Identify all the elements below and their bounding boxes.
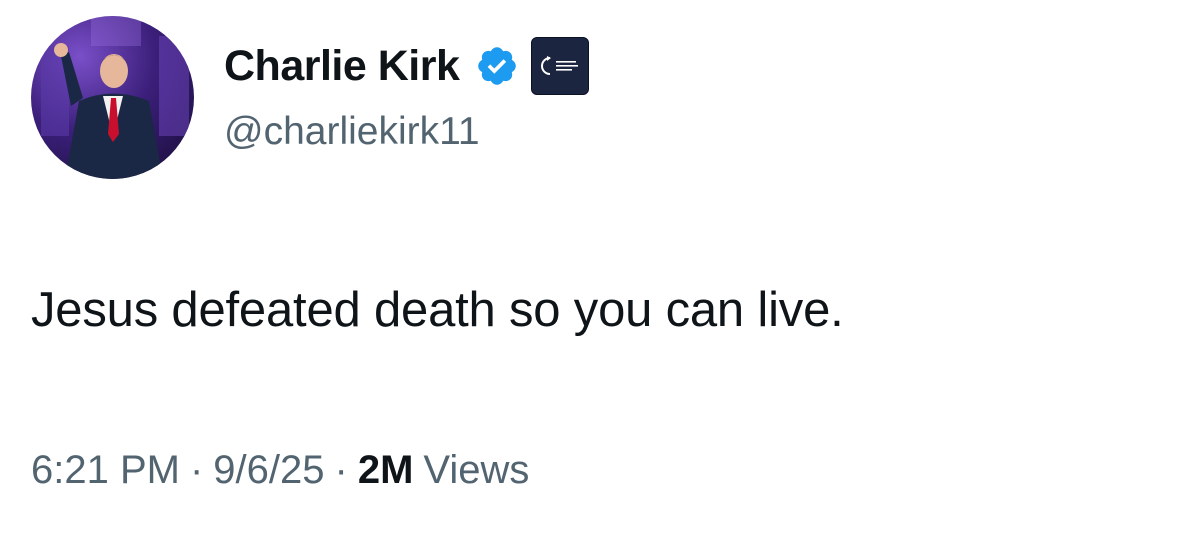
views-label: Views: [423, 448, 530, 492]
avatar-photo: [41, 16, 189, 179]
turning-point-usa-logo: [541, 56, 579, 75]
meta-separator: ·: [189, 448, 204, 492]
views-count[interactable]: 2M: [358, 448, 414, 493]
author-name-row: Charlie Kirk: [224, 36, 590, 96]
tweet-meta: 6:21 PM · 9/6/25 · 2M Views: [31, 448, 529, 493]
meta-separator: ·: [334, 448, 348, 492]
tweet-text: Jesus defeated death so you can live.: [31, 283, 844, 337]
author-display-name[interactable]: Charlie Kirk: [224, 42, 460, 91]
author-avatar[interactable]: [31, 16, 194, 179]
tweet-time[interactable]: 6:21 PM: [31, 448, 180, 493]
tweet-date[interactable]: 9/6/25: [213, 448, 324, 493]
tweet-card: Charlie Kirk @charliekirk11 Jesus defeat…: [0, 0, 1179, 542]
author-handle[interactable]: @charliekirk11: [224, 110, 480, 154]
affiliation-badge[interactable]: [531, 37, 590, 95]
verified-check-icon: [475, 44, 519, 88]
